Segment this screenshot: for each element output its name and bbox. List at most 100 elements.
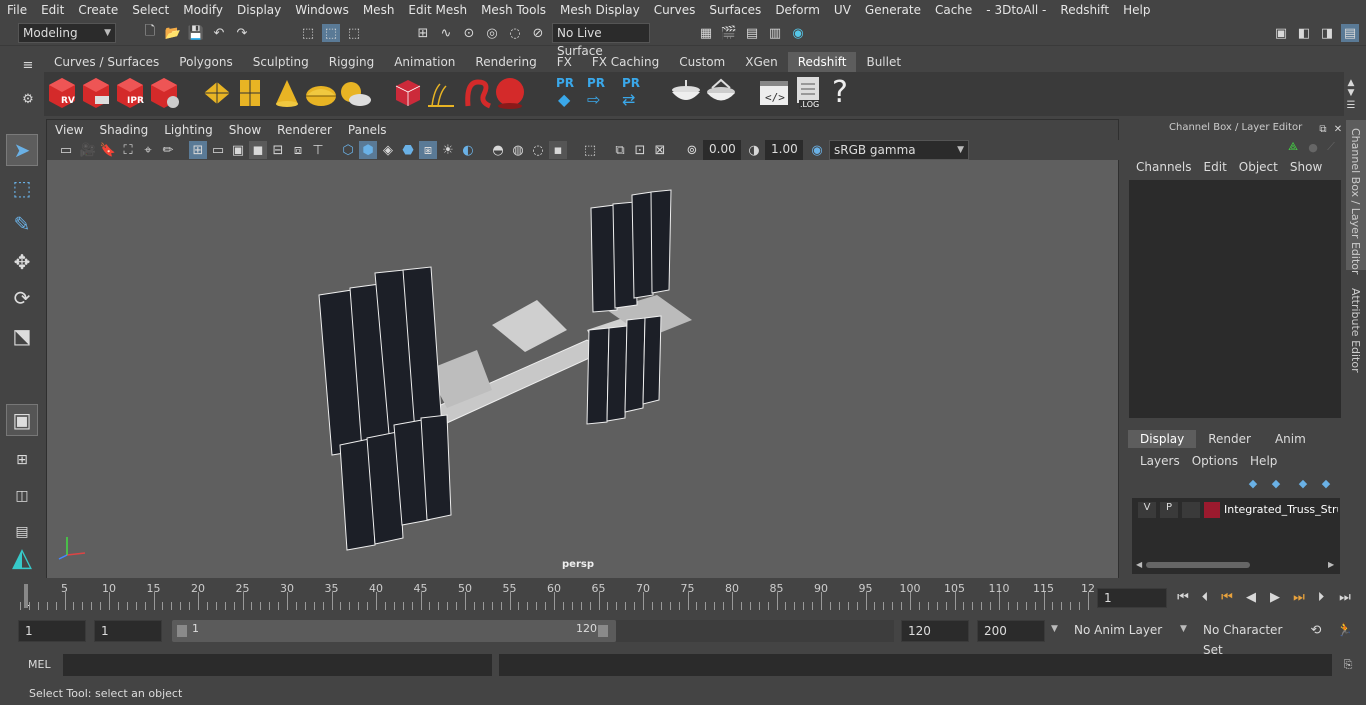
playback-start-field[interactable]: 1 [94, 620, 162, 642]
redshift-sun-light-button[interactable] [338, 78, 372, 108]
redshift-mesh-light-button[interactable] [394, 78, 422, 108]
go-to-end-icon[interactable]: ⏭ [1336, 588, 1354, 606]
menu-help[interactable]: Help [1116, 0, 1157, 20]
camera-select-icon[interactable]: ▭ [57, 141, 75, 159]
time-slider[interactable]: 1 51015202530354045505560657075808590951… [18, 582, 1095, 610]
range-start-handle[interactable] [177, 625, 187, 637]
move-tool-icon[interactable]: ✥ [6, 246, 38, 278]
gate-mask-icon[interactable]: ◼ [249, 141, 267, 159]
textured-icon[interactable]: ⬣ [399, 141, 417, 159]
new-layer-icon[interactable]: ◆ [1244, 474, 1262, 492]
menu-deform[interactable]: Deform [768, 0, 827, 20]
motion-blur-icon[interactable]: ◌ [529, 141, 547, 159]
open-scene-icon[interactable]: 📂 [164, 24, 182, 42]
snap-view-icon[interactable]: ◎ [483, 24, 501, 42]
select-camera-icon[interactable]: ⬚ [581, 141, 599, 159]
scroll-thumb[interactable] [1146, 562, 1250, 568]
prev-key-icon[interactable]: ⏮ [1218, 588, 1236, 606]
redshift-log-button[interactable]: .LOG [794, 76, 824, 112]
channel-box-area[interactable] [1129, 180, 1341, 418]
auto-key-icon[interactable]: ⟲ [1307, 621, 1325, 639]
layer-menu-options[interactable]: Options [1186, 454, 1244, 468]
next-key-icon[interactable]: ⏭ [1290, 588, 1308, 606]
redshift-proxy-export-button[interactable]: PR ◆ [554, 76, 578, 112]
tab-rigging[interactable]: Rigging [319, 52, 384, 72]
range-end-handle[interactable] [598, 625, 608, 637]
script-language-label[interactable]: MEL [28, 658, 51, 671]
render-frame-icon[interactable]: 🎬 [720, 24, 738, 42]
channel-box-side-tab[interactable]: Channel Box / Layer Editor [1346, 120, 1366, 275]
tab-xgen[interactable]: XGen [735, 52, 788, 72]
panel-menu-renderer[interactable]: Renderer [269, 123, 340, 137]
frame-selected-icon[interactable]: ⊡ [631, 141, 649, 159]
tab-curves-surfaces[interactable]: Curves / Surfaces [44, 52, 169, 72]
anim-prefs-icon[interactable]: 🏃 [1336, 621, 1354, 639]
hypershade-icon[interactable]: ◉ [789, 24, 807, 42]
rotate-tool-icon[interactable]: ⟳ [6, 282, 38, 314]
tab-fx[interactable]: FX [547, 52, 582, 72]
panel-menu-panels[interactable]: Panels [340, 123, 395, 137]
wireframe-on-shaded-icon[interactable]: ◈ [379, 141, 397, 159]
redshift-aov-button[interactable] [669, 78, 703, 108]
redshift-help-button[interactable]: ? [832, 76, 854, 110]
2d-pan-icon[interactable]: ⌖ [139, 141, 157, 159]
camera-attr-icon[interactable]: 🎥 [79, 141, 97, 159]
key-icon[interactable]: ⟋ [1322, 138, 1340, 156]
layer-menu-help[interactable]: Help [1244, 454, 1283, 468]
tab-animation[interactable]: Animation [384, 52, 465, 72]
menu-edit[interactable]: Edit [34, 0, 71, 20]
play-backward-icon[interactable]: ◀ [1242, 588, 1260, 606]
menu-3dtoall[interactable]: - 3DtoAll - [979, 0, 1053, 20]
toggle-sidebar-icon[interactable]: ◨ [1318, 24, 1336, 42]
menu-display[interactable]: Display [230, 0, 288, 20]
redshift-volume-button[interactable] [424, 80, 456, 108]
menu-select[interactable]: Select [125, 0, 176, 20]
shelf-settings-icon[interactable]: ⚙ [19, 90, 37, 108]
tab-rendering[interactable]: Rendering [465, 52, 546, 72]
playback-toggle[interactable]: P [1160, 502, 1178, 518]
menu-mesh[interactable]: Mesh [356, 0, 402, 20]
snap-grid-icon[interactable]: ⊞ [414, 24, 432, 42]
snap-curve-icon[interactable]: ∿ [437, 24, 455, 42]
menu-redshift[interactable]: Redshift [1053, 0, 1116, 20]
redshift-spot-light-button[interactable] [272, 78, 302, 108]
redshift-batch-render-button[interactable] [81, 76, 111, 110]
grease-pencil-icon[interactable]: ✏ [159, 141, 177, 159]
remove-from-layer-icon[interactable]: ◆ [1317, 474, 1335, 492]
layer-color-swatch[interactable] [1204, 502, 1220, 518]
scale-tool-icon[interactable]: ⬔ [6, 320, 38, 352]
chevron-down-icon[interactable]: ▼ [1180, 624, 1187, 634]
isolate-icon[interactable]: ◓ [489, 141, 507, 159]
resolution-gate-icon[interactable]: ▣ [229, 141, 247, 159]
scroll-right-icon[interactable]: ▶ [1328, 560, 1334, 569]
save-scene-icon[interactable]: 💾 [187, 24, 205, 42]
menu-edit-mesh[interactable]: Edit Mesh [401, 0, 474, 20]
field-chart-icon[interactable]: ⊟ [269, 141, 287, 159]
redo-icon[interactable]: ↷ [233, 24, 251, 42]
menu-windows[interactable]: Windows [288, 0, 356, 20]
step-forward-icon[interactable]: ⏵ [1312, 588, 1330, 606]
menu-curves[interactable]: Curves [647, 0, 703, 20]
exposure-field[interactable]: 0.00 [703, 140, 741, 160]
visibility-toggle[interactable]: V [1138, 502, 1156, 518]
redshift-proxy-import-button[interactable]: PR ⇨ [585, 76, 611, 112]
layout-four-icon[interactable]: ⊞ [6, 444, 38, 476]
xray-icon[interactable]: ⧆ [419, 141, 437, 159]
redshift-sphere-button[interactable] [494, 76, 526, 110]
workspace-icon[interactable]: ▣ [1272, 24, 1290, 42]
close-icon[interactable]: ✕ [1329, 120, 1347, 138]
menu-generate[interactable]: Generate [858, 0, 928, 20]
film-gate-icon[interactable]: ▭ [209, 141, 227, 159]
safe-title-icon[interactable]: ⊤ [309, 141, 327, 159]
redshift-material-button[interactable] [704, 78, 738, 108]
image-plane-icon[interactable]: ⛶ [119, 141, 137, 159]
menu-uv[interactable]: UV [827, 0, 858, 20]
grid-icon[interactable]: ⊞ [189, 141, 207, 159]
current-time-marker[interactable] [24, 584, 28, 608]
colorspace-dropdown[interactable]: sRGB gamma ▼ [829, 140, 969, 160]
current-frame-field[interactable]: 1 [1097, 588, 1167, 608]
toggle-panels-icon[interactable]: ◧ [1295, 24, 1313, 42]
ipr-render-icon[interactable]: ▤ [743, 24, 761, 42]
tab-bullet[interactable]: Bullet [856, 52, 911, 72]
select-object-icon[interactable]: ⬚ [322, 24, 340, 42]
